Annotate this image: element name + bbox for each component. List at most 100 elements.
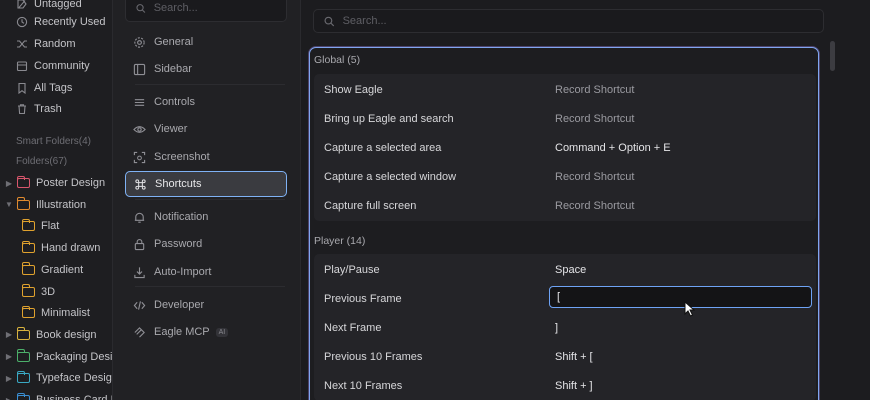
shortcuts-panel: Global (5)Show EagleRecord ShortcutBring… <box>301 0 870 400</box>
folder-item[interactable]: ▶ Typeface Design <box>5 369 112 387</box>
shortcut-key-value[interactable]: Shift + ] <box>555 380 593 392</box>
shortcut-name: Capture a selected window <box>324 170 457 183</box>
search-icon <box>324 16 335 26</box>
library-item-label: Random <box>34 38 76 50</box>
library-item-community[interactable]: Community <box>16 57 90 75</box>
folder-item[interactable]: Flat <box>21 217 59 235</box>
nav-item-general[interactable]: General <box>125 29 287 55</box>
folder-label: 3D <box>41 285 56 298</box>
clock-icon <box>16 16 28 28</box>
folder-icon <box>21 218 35 232</box>
caret-right-icon[interactable]: ▶ <box>5 179 13 188</box>
ai-badge: AI <box>215 327 229 337</box>
record-shortcut-button[interactable]: Record Shortcut <box>555 171 634 183</box>
folder-item[interactable]: ▶ Book design <box>5 326 97 344</box>
folder-item[interactable]: Gradient <box>21 261 83 279</box>
shuffle-icon <box>16 38 28 50</box>
nav-item-label: Controls <box>154 96 195 108</box>
shortcuts-search[interactable] <box>313 9 824 33</box>
nav-item-shortcuts[interactable]: Shortcuts <box>125 171 287 197</box>
nav-divider <box>135 84 285 85</box>
eye-icon <box>133 123 146 136</box>
nav-item-sidebar[interactable]: Sidebar <box>125 56 287 82</box>
shortcut-group: Play/Pause Space Previous Frame Next Frame]… <box>314 254 816 400</box>
lock-icon <box>133 238 146 251</box>
shortcut-key-value[interactable]: Shift + [ <box>555 351 593 363</box>
scrollbar[interactable] <box>830 41 835 71</box>
folder-item[interactable]: Minimalist <box>21 304 90 322</box>
caret-right-icon[interactable]: ▶ <box>5 374 13 383</box>
nav-item-eagle-mcp[interactable]: Eagle MCP AI <box>125 319 287 345</box>
shortcut-name: Show Eagle <box>324 83 383 96</box>
smart-folders-header[interactable]: Smart Folders(4) <box>16 136 91 147</box>
shortcut-name: Play/Pause <box>324 263 380 276</box>
nav-item-label: General <box>154 36 194 48</box>
caret-right-icon[interactable]: ▶ <box>5 352 13 361</box>
folder-item[interactable]: ▶ Packaging Design <box>5 348 112 366</box>
shortcut-key-value[interactable]: ] <box>555 322 558 334</box>
nav-item-notification[interactable]: Notification <box>125 204 287 230</box>
shortcut-list: Global (5) Show Eagle Record Shortcut Bring… <box>309 47 819 400</box>
shortcut-key-input[interactable] <box>549 286 812 308</box>
folder-icon <box>16 349 30 362</box>
folder-item[interactable]: ▼ Illustration <box>5 196 86 214</box>
folder-icon <box>21 305 35 319</box>
folder-item[interactable]: ▶ Business Card Design <box>5 391 112 400</box>
record-shortcut-button[interactable]: Record Shortcut <box>555 113 634 125</box>
screenshot-icon <box>133 151 146 164</box>
nav-item-password[interactable]: Password <box>125 231 287 257</box>
preferences-search[interactable] <box>125 0 287 22</box>
library-item-all-tags[interactable]: All Tags <box>16 79 72 97</box>
folders-header[interactable]: Folders(67) <box>16 156 67 167</box>
folder-icon <box>16 197 30 210</box>
shortcut-row: Bring up Eagle and search Record Shortcut <box>314 104 816 133</box>
folder-item[interactable]: Hand drawn <box>21 239 100 257</box>
library-item-untagged[interactable]: Untagged <box>16 0 82 13</box>
library-item-random[interactable]: Random <box>16 35 76 53</box>
folder-icon <box>21 240 35 254</box>
nav-item-label: Auto-Import <box>154 266 212 278</box>
folder-icon <box>16 392 30 400</box>
shortcut-row: Show Eagle Record Shortcut <box>314 75 816 104</box>
nav-item-label: Developer <box>154 299 205 311</box>
nav-item-label: Screenshot <box>154 151 210 163</box>
shortcut-row: Next 10 Frames Shift + ] <box>314 371 816 400</box>
folder-label: Poster Design <box>36 177 106 189</box>
shortcut-key-value[interactable]: Command + Option + E <box>555 142 671 154</box>
search-icon <box>136 3 146 13</box>
shortcut-key-value[interactable]: Space <box>555 264 586 276</box>
tag-icon <box>16 82 28 94</box>
shortcut-name: Capture full screen <box>324 199 417 212</box>
shortcut-name: Previous Frame <box>324 292 402 305</box>
shortcuts-search-input[interactable] <box>342 15 823 27</box>
library-item-trash[interactable]: Trash <box>16 100 62 118</box>
library-item-recently-used[interactable]: Recently Used <box>16 13 106 31</box>
record-shortcut-button[interactable]: Record Shortcut <box>555 84 634 96</box>
gear-icon <box>133 36 146 49</box>
caret-down-icon[interactable]: ▼ <box>5 200 13 209</box>
mcp-icon <box>133 326 146 339</box>
shortcut-group-title: Global (5) <box>314 54 361 66</box>
nav-item-viewer[interactable]: Viewer <box>125 116 287 142</box>
nav-divider <box>135 286 285 287</box>
folder-item[interactable]: ▶ Poster Design <box>5 174 105 192</box>
folder-label: Business Card Design <box>36 394 112 400</box>
caret-right-icon[interactable]: ▶ <box>5 330 13 339</box>
shortcut-name: Capture a selected area <box>324 141 442 154</box>
import-icon <box>133 266 146 279</box>
command-icon <box>134 178 147 191</box>
nav-item-screenshot[interactable]: Screenshot <box>125 144 287 170</box>
folder-icon <box>16 327 30 340</box>
nav-item-controls[interactable]: Controls <box>125 89 287 115</box>
folder-item[interactable]: 3D <box>21 283 56 301</box>
nav-item-auto-import[interactable]: Auto-Import <box>125 259 287 285</box>
nav-item-developer[interactable]: Developer <box>125 292 287 318</box>
mouse-cursor-icon <box>684 301 695 317</box>
preferences-search-input[interactable] <box>153 2 286 14</box>
nav-item-label: Notification <box>154 211 209 223</box>
shortcut-name: Next 10 Frames <box>324 379 403 392</box>
folder-label: Illustration <box>36 198 87 211</box>
record-shortcut-button[interactable]: Record Shortcut <box>555 200 634 212</box>
shortcut-name: Bring up Eagle and search <box>324 112 454 125</box>
caret-right-icon[interactable]: ▶ <box>5 396 13 400</box>
